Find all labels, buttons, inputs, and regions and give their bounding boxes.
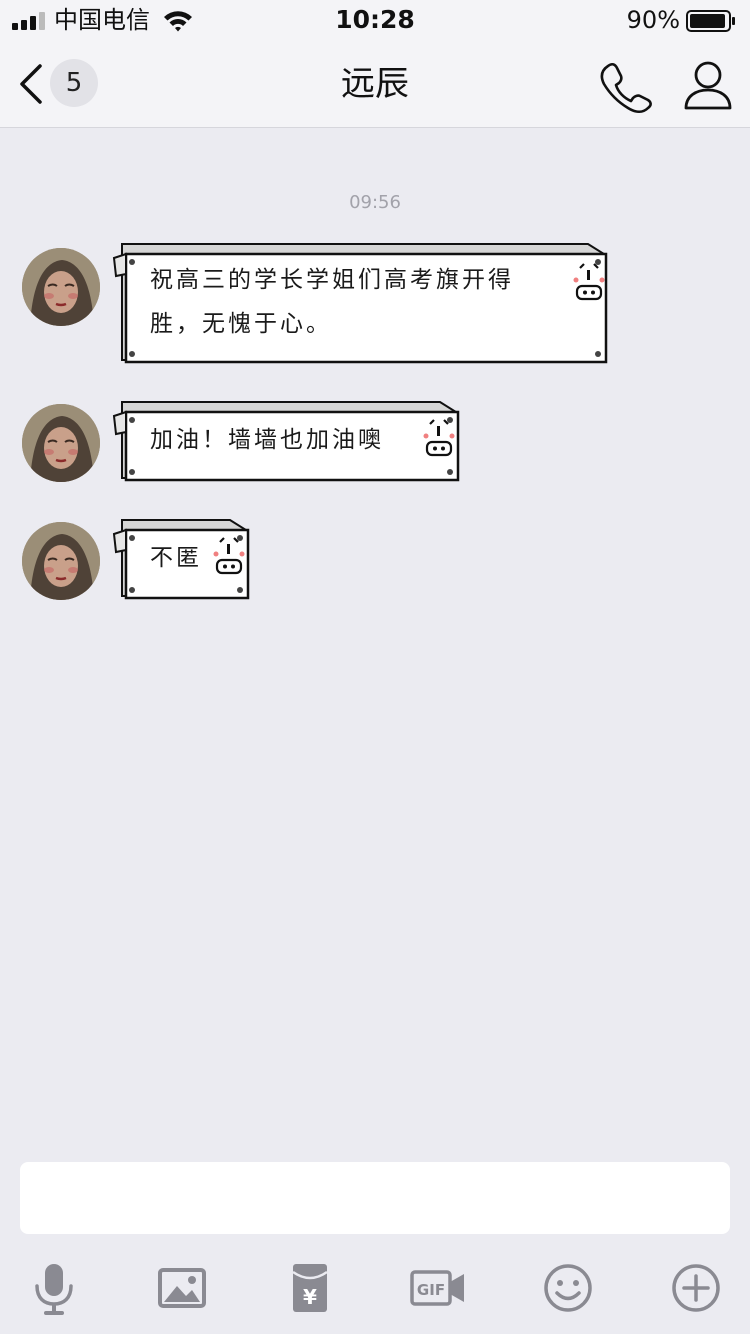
microphone-icon: [35, 1264, 73, 1315]
pig-face-icon: [423, 419, 455, 457]
contact-avatar[interactable]: [22, 404, 100, 482]
message-text: 不匿: [150, 545, 202, 571]
message-row: 不匿: [0, 516, 750, 606]
profile-button[interactable]: [680, 58, 736, 114]
message-text: 祝高三的学长学姐们高考旗开得 胜，无愧于心。: [150, 267, 514, 337]
pig-face-icon: [573, 263, 605, 301]
message-row: 加油！墙墙也加油噢: [0, 398, 750, 488]
emoji-button[interactable]: [538, 1258, 598, 1318]
call-button[interactable]: [598, 58, 654, 114]
message-timestamp: 09:56: [349, 192, 401, 213]
emoji-icon: [544, 1264, 592, 1312]
message-row: 祝高三的学长学姐们高考旗开得 胜，无愧于心。: [0, 240, 750, 370]
nav-bar: 5 远辰: [0, 40, 750, 128]
red-packet-icon: ¥: [292, 1264, 328, 1312]
chevron-left-icon: [20, 64, 42, 104]
gif-label: GIF: [417, 1281, 445, 1299]
image-button[interactable]: [152, 1258, 212, 1318]
back-button[interactable]: 5: [10, 56, 110, 112]
phone-icon: [600, 62, 652, 114]
yen-symbol: ¥: [303, 1285, 317, 1309]
battery-icon: [686, 10, 735, 32]
red-packet-button[interactable]: ¥: [280, 1258, 340, 1318]
plus-icon: [672, 1264, 720, 1312]
input-toolbar: ¥ GIF: [0, 1250, 750, 1322]
image-icon: [158, 1268, 206, 1308]
gif-button[interactable]: GIF: [408, 1258, 468, 1318]
unread-count-badge: 5: [50, 59, 98, 107]
status-bar: 中国电信 10:28 90%: [0, 0, 750, 40]
chat-title: 远辰: [341, 64, 409, 104]
battery-percent: 90%: [626, 6, 680, 34]
gif-icon: GIF: [410, 1270, 464, 1306]
message-bubble[interactable]: 加油！墙墙也加油噢: [110, 398, 462, 484]
message-text: 加油！墙墙也加油噢: [150, 427, 384, 453]
contact-avatar[interactable]: [22, 522, 100, 600]
message-bubble[interactable]: 祝高三的学长学姐们高考旗开得 胜，无愧于心。: [110, 240, 612, 366]
message-bubble[interactable]: 不匿: [110, 516, 252, 602]
voice-button[interactable]: [24, 1258, 84, 1318]
person-icon: [684, 61, 732, 110]
contact-avatar[interactable]: [22, 248, 100, 326]
pig-face-icon: [213, 537, 245, 575]
more-button[interactable]: [666, 1258, 726, 1318]
message-input[interactable]: [20, 1162, 730, 1234]
